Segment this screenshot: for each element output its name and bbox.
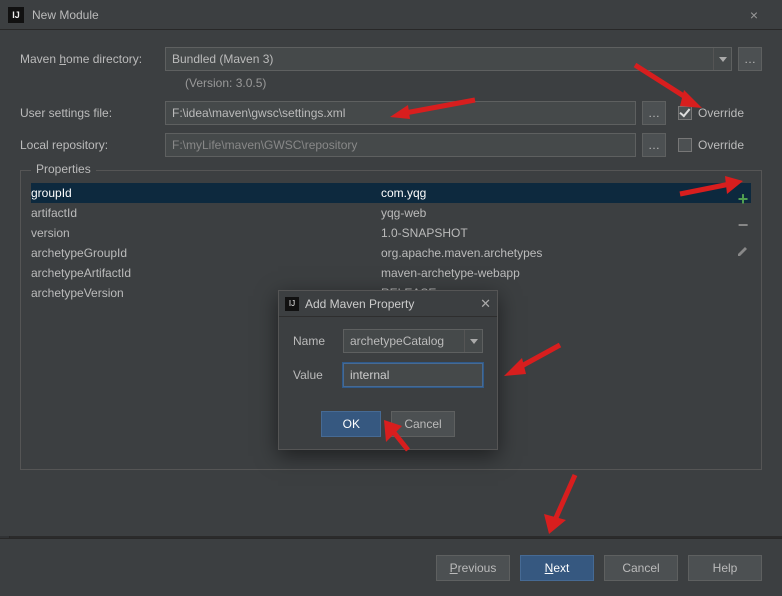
prop-value: yqg-web — [381, 206, 751, 220]
title-bar: IJ New Module × — [0, 0, 782, 30]
table-row[interactable]: archetypeGroupId org.apache.maven.archet… — [31, 243, 751, 263]
prop-value: com.yqg — [381, 186, 751, 200]
app-icon: IJ — [8, 7, 24, 23]
dialog-name-combo[interactable]: archetypeCatalog — [343, 329, 483, 353]
override-label: Override — [698, 106, 744, 120]
main-panel: Maven home directory: Bundled (Maven 3) … — [0, 30, 782, 536]
table-row[interactable]: groupId com.yqg — [31, 183, 751, 203]
local-repo-input[interactable]: F:\myLife\maven\GWSC\repository — [165, 133, 636, 157]
prop-key: archetypeArtifactId — [31, 266, 381, 280]
window-title: New Module — [32, 8, 734, 22]
override-label: Override — [698, 138, 744, 152]
cancel-button[interactable]: Cancel — [604, 555, 678, 581]
dialog-ok-button[interactable]: OK — [321, 411, 381, 437]
checkbox-icon — [678, 138, 692, 152]
maven-home-label: Maven home directory: — [20, 52, 165, 66]
maven-home-value: Bundled (Maven 3) — [172, 52, 273, 66]
user-settings-browse-button[interactable]: … — [642, 101, 666, 125]
add-property-button[interactable]: + — [733, 189, 753, 209]
edit-property-button[interactable] — [733, 241, 753, 261]
user-settings-input[interactable]: F:\idea\maven\gwsc\settings.xml — [165, 101, 636, 125]
dialog-cancel-button[interactable]: Cancel — [391, 411, 454, 437]
next-button[interactable]: Next — [520, 555, 594, 581]
maven-home-browse-button[interactable]: … — [738, 47, 762, 71]
chevron-down-icon — [713, 48, 731, 70]
dialog-name-label: Name — [293, 334, 343, 348]
prop-key: archetypeGroupId — [31, 246, 381, 260]
prop-value: org.apache.maven.archetypes — [381, 246, 751, 260]
dialog-title: Add Maven Property — [305, 297, 480, 311]
user-settings-value: F:\idea\maven\gwsc\settings.xml — [172, 106, 345, 120]
dialog-value-text: internal — [350, 368, 389, 382]
local-repo-label: Local repository: — [20, 138, 165, 152]
prop-key: version — [31, 226, 381, 240]
local-repo-override-check[interactable]: Override — [678, 138, 762, 152]
window-close-button[interactable]: × — [734, 7, 774, 23]
table-row[interactable]: archetypeArtifactId maven-archetype-weba… — [31, 263, 751, 283]
checkbox-icon — [678, 106, 692, 120]
remove-property-button[interactable]: − — [733, 215, 753, 235]
dialog-titlebar: IJ Add Maven Property ✕ — [279, 291, 497, 317]
add-property-dialog: IJ Add Maven Property ✕ Name archetypeCa… — [278, 290, 498, 450]
dialog-name-value: archetypeCatalog — [350, 334, 444, 348]
user-settings-label: User settings file: — [20, 106, 165, 120]
maven-home-combo[interactable]: Bundled (Maven 3) — [165, 47, 732, 71]
maven-version-label: (Version: 3.0.5) — [185, 76, 762, 90]
dialog-close-button[interactable]: ✕ — [480, 296, 491, 312]
local-repo-browse-button[interactable]: … — [642, 133, 666, 157]
prop-key: artifactId — [31, 206, 381, 220]
prop-key: groupId — [31, 186, 381, 200]
table-row[interactable]: version 1.0-SNAPSHOT — [31, 223, 751, 243]
dialog-value-label: Value — [293, 368, 343, 382]
prop-value: 1.0-SNAPSHOT — [381, 226, 751, 240]
chevron-down-icon — [464, 330, 482, 352]
previous-button[interactable]: Previous — [436, 555, 510, 581]
prop-value: maven-archetype-webapp — [381, 266, 751, 280]
user-settings-override-check[interactable]: Override — [678, 106, 762, 120]
table-row[interactable]: artifactId yqg-web — [31, 203, 751, 223]
help-button[interactable]: Help — [688, 555, 762, 581]
wizard-footer: Previous Next Cancel Help — [0, 538, 782, 596]
dialog-value-input[interactable]: internal — [343, 363, 483, 387]
dialog-app-icon: IJ — [285, 297, 299, 311]
local-repo-value: F:\myLife\maven\GWSC\repository — [172, 138, 357, 152]
